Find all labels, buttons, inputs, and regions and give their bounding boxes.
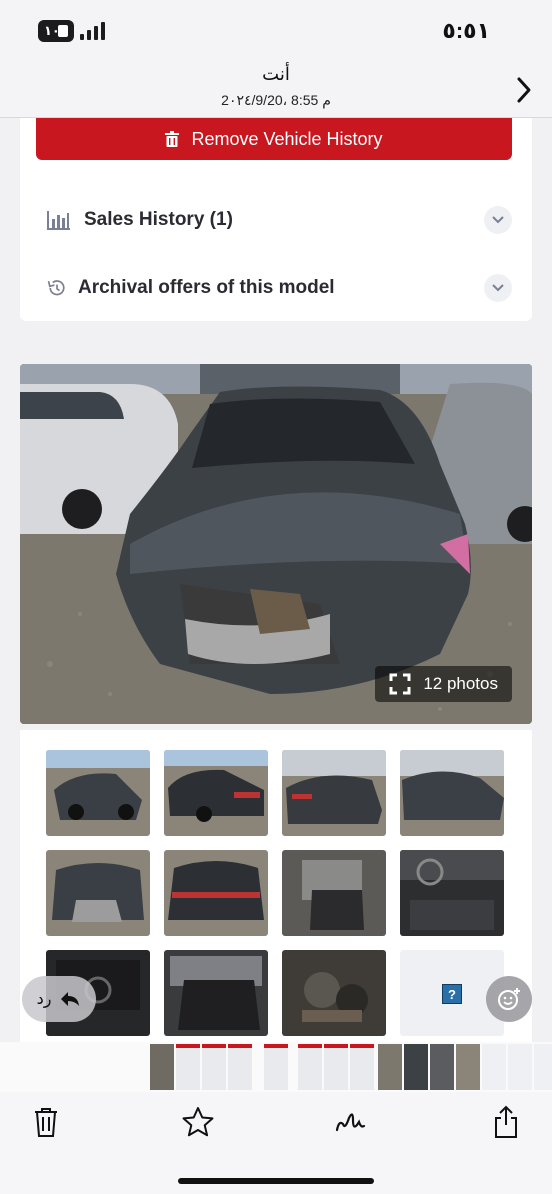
thumbnail[interactable] xyxy=(164,850,268,936)
home-indicator[interactable] xyxy=(178,1178,374,1184)
archival-offers-label: Archival offers of this model xyxy=(78,277,335,298)
vehicle-main-photo[interactable]: 12 photos xyxy=(20,364,532,724)
reply-button[interactable]: رد xyxy=(22,976,96,1022)
star-icon xyxy=(182,1107,214,1137)
markup-icon xyxy=(335,1113,366,1132)
signal-icon xyxy=(80,22,105,40)
trash-icon xyxy=(165,131,180,147)
reply-arrow-icon xyxy=(61,992,80,1006)
bar-chart-icon xyxy=(47,211,70,230)
share-button[interactable] xyxy=(486,1102,526,1142)
status-time: ٥:٥١ xyxy=(442,18,490,43)
history-icon xyxy=(47,280,65,296)
listing-card: Remove Vehicle History Sales History (1)… xyxy=(20,118,532,321)
filmstrip-thumbnails xyxy=(150,1044,552,1090)
reply-label: رد xyxy=(36,991,52,1008)
media-filmstrip[interactable] xyxy=(0,1042,552,1092)
delete-button[interactable] xyxy=(26,1102,66,1142)
photos-count-badge[interactable]: 12 photos xyxy=(375,666,512,702)
thumbnail[interactable] xyxy=(400,850,504,936)
archival-offers-row[interactable]: Archival offers of this model xyxy=(46,268,512,308)
sender-name: أنت xyxy=(262,64,290,84)
share-icon xyxy=(495,1105,517,1138)
missing-image-icon: ? xyxy=(442,984,462,1004)
remove-vehicle-history-label: Remove Vehicle History xyxy=(191,128,383,149)
favorite-button[interactable] xyxy=(178,1102,218,1142)
thumbnail[interactable] xyxy=(282,950,386,1036)
bottom-toolbar xyxy=(0,1092,552,1194)
battery-icon: ١٠ xyxy=(38,20,74,42)
sales-history-label: Sales History (1) xyxy=(84,209,233,230)
thumbnail[interactable] xyxy=(282,750,386,836)
message-header: أنت 2٠٢٤/9/20، 8:55 م xyxy=(0,60,552,118)
remove-vehicle-history-button[interactable]: Remove Vehicle History xyxy=(36,118,512,160)
thumbnail[interactable] xyxy=(400,750,504,836)
thumbnail[interactable] xyxy=(282,850,386,936)
chevron-down-icon[interactable] xyxy=(484,206,512,234)
thumbnail[interactable] xyxy=(164,950,268,1036)
add-reaction-button[interactable] xyxy=(486,976,532,1022)
emoji-add-icon xyxy=(498,988,520,1010)
expand-icon xyxy=(389,673,411,695)
thumbnail[interactable] xyxy=(46,850,150,936)
thumbnail[interactable] xyxy=(46,750,150,836)
thumbnail-grid: ? xyxy=(20,730,532,1042)
chevron-down-icon[interactable] xyxy=(484,274,512,302)
status-bar: ١٠ ٥:٥١ xyxy=(0,0,552,60)
thumbnail[interactable] xyxy=(164,750,268,836)
sales-history-row[interactable]: Sales History (1) xyxy=(46,200,512,240)
message-timestamp: 2٠٢٤/9/20، 8:55 م xyxy=(221,92,331,108)
photos-count-label: 12 photos xyxy=(423,674,498,693)
message-content: Remove Vehicle History Sales History (1)… xyxy=(0,118,552,1042)
trash-icon xyxy=(35,1108,57,1137)
markup-button[interactable] xyxy=(330,1102,370,1142)
chevron-right-icon[interactable] xyxy=(514,76,534,104)
